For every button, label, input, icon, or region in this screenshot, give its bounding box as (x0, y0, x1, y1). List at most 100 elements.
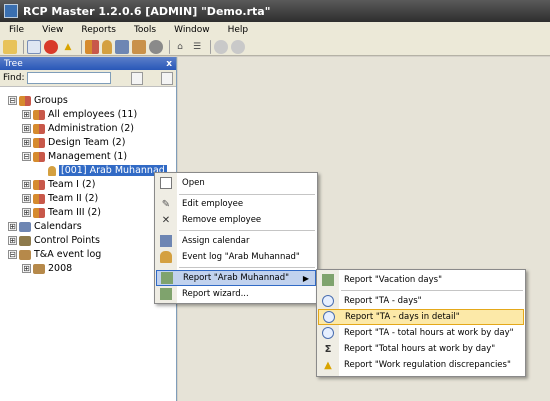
menu-item-label: Report wizard... (182, 289, 249, 299)
home-icon[interactable]: ⌂ (173, 40, 187, 54)
tree-node-team-i[interactable]: ⊞ Team I (2) (22, 178, 95, 191)
warning-icon: ▲ (324, 359, 332, 371)
menu-item-report-wizard[interactable]: Report wizard... (156, 286, 316, 302)
user-icon[interactable] (102, 39, 112, 54)
toolbar: ▲ ⌂ ☰ (0, 38, 550, 56)
menu-item-label: Report "Work regulation discrepancies" (344, 360, 511, 370)
menu-item-label: Report "TA - total hours at work by day" (344, 328, 514, 338)
menu-item-label: Open (182, 178, 205, 188)
expand-icon[interactable]: ⊞ (22, 124, 31, 133)
expand-icon[interactable]: ⊞ (22, 264, 31, 273)
tree-node-label: [001] Arab Muhannad (59, 165, 167, 176)
menu-item-open[interactable]: Open (156, 175, 316, 191)
tree-node-ta-event-log[interactable]: ⊟ T&A event log (8, 248, 101, 261)
menu-item-ta-days-detail[interactable]: Report "TA - days in detail" (318, 309, 524, 325)
title-bar: RCP Master 1.2.0.6 [ADMIN] "Demo.rta" (0, 0, 550, 22)
group-icon[interactable] (132, 39, 146, 54)
menu-separator (179, 267, 315, 268)
open-folder-icon[interactable] (3, 39, 17, 54)
window-title: RCP Master 1.2.0.6 [ADMIN] "Demo.rta" (23, 4, 271, 18)
forward-icon[interactable] (231, 39, 245, 54)
group-icon (33, 137, 45, 148)
menu-item-ta-total-hours[interactable]: Report "TA - total hours at work by day" (318, 325, 524, 341)
menu-item-edit-employee[interactable]: ✎ Edit employee (156, 196, 316, 212)
calendar-icon (160, 235, 172, 247)
menu-view[interactable]: View (33, 25, 72, 35)
tree-node-2008[interactable]: ⊞ 2008 (22, 262, 72, 275)
tree-node-label: Design Team (2) (48, 137, 126, 148)
calendar-icon (19, 221, 31, 232)
document-icon[interactable] (27, 39, 41, 54)
app-icon (4, 4, 18, 18)
menu-tools[interactable]: Tools (125, 25, 165, 35)
menu-separator (341, 290, 523, 291)
expand-icon[interactable]: ⊞ (22, 138, 31, 147)
collapse-icon[interactable]: ⊟ (22, 152, 31, 161)
wizard-icon (160, 288, 172, 300)
expand-icon[interactable]: ⊞ (22, 180, 31, 189)
menu-bar: File View Reports Tools Window Help (0, 22, 550, 38)
report-icon (161, 272, 173, 284)
gear-icon[interactable] (149, 39, 163, 54)
toolbar-separator (81, 39, 82, 54)
tree-node-administration[interactable]: ⊞ Administration (2) (22, 122, 134, 135)
menu-item-remove-employee[interactable]: ✕ Remove employee (156, 212, 316, 228)
toolbar-separator (210, 39, 211, 54)
clock-icon (322, 327, 334, 339)
back-icon[interactable] (214, 39, 228, 54)
tree-node-label: 2008 (48, 263, 73, 274)
menu-item-label: Report "Vacation days" (344, 275, 442, 285)
close-icon[interactable]: x (166, 59, 172, 69)
menu-item-vacation-days[interactable]: Report "Vacation days" (318, 272, 524, 288)
tree-icon[interactable]: ☰ (190, 40, 204, 54)
tree-node-all-employees[interactable]: ⊞ All employees (11) (22, 108, 137, 121)
tree-node-team-iii[interactable]: ⊞ Team III (2) (22, 206, 101, 219)
users-icon[interactable] (85, 39, 99, 54)
toolbar-separator (23, 39, 24, 54)
control-points-icon (19, 235, 31, 246)
event-log-icon (33, 263, 45, 274)
expand-icon[interactable]: ⊞ (22, 194, 31, 203)
tree-node-label: Management (1) (48, 151, 128, 162)
tree-node-control-points[interactable]: ⊞ Control Points (8, 234, 100, 247)
menu-help[interactable]: Help (219, 25, 258, 35)
clock-icon (323, 311, 335, 323)
event-log-icon (19, 249, 31, 260)
tree-node-label: All employees (11) (48, 109, 138, 120)
collapse-icon[interactable]: ⊟ (8, 96, 17, 105)
menu-file[interactable]: File (0, 25, 33, 35)
expand-icon[interactable]: ⊞ (8, 222, 17, 231)
tree-panel-title: Tree (4, 58, 23, 69)
menu-item-report-employee[interactable]: Report "Arab Muhannad" ▶ (156, 270, 316, 286)
tree-node-calendars[interactable]: ⊞ Calendars (8, 220, 82, 233)
find-input[interactable] (27, 72, 111, 84)
menu-separator (179, 230, 315, 231)
tree-node-team-ii[interactable]: ⊞ Team II (2) (22, 192, 98, 205)
menu-item-assign-calendar[interactable]: Assign calendar (156, 233, 316, 249)
clear-icon[interactable] (160, 71, 174, 85)
groups-icon (19, 95, 31, 106)
expand-icon[interactable]: ⊞ (8, 236, 17, 245)
menu-item-event-log[interactable]: Event log "Arab Muhannad" (156, 249, 316, 265)
warning-icon[interactable]: ▲ (61, 40, 75, 54)
menu-item-ta-days[interactable]: Report "TA - days" (318, 293, 524, 309)
menu-item-label: Report "Total hours at work by day" (344, 344, 496, 354)
binoculars-icon[interactable] (130, 71, 143, 85)
tree-node-employee[interactable]: [001] Arab Muhannad (48, 164, 167, 177)
calendar-icon[interactable] (115, 39, 129, 54)
menu-item-work-regulation[interactable]: ▲ Report "Work regulation discrepancies" (318, 357, 524, 373)
group-icon (33, 151, 45, 162)
menu-item-total-hours[interactable]: Σ Report "Total hours at work by day" (318, 341, 524, 357)
tree-node-management[interactable]: ⊟ Management (1) (22, 150, 127, 163)
tree-panel-header: Tree x (0, 57, 176, 70)
tree-node-label: Control Points (34, 235, 100, 246)
tree-node-groups[interactable]: ⊟ Groups (8, 94, 68, 107)
menu-reports[interactable]: Reports (72, 25, 125, 35)
tree-node-label: T&A event log (34, 249, 102, 260)
collapse-icon[interactable]: ⊟ (8, 250, 17, 259)
expand-icon[interactable]: ⊞ (22, 208, 31, 217)
stop-icon[interactable] (44, 39, 58, 54)
tree-node-design-team[interactable]: ⊞ Design Team (2) (22, 136, 125, 149)
menu-window[interactable]: Window (165, 25, 219, 35)
expand-icon[interactable]: ⊞ (22, 110, 31, 119)
